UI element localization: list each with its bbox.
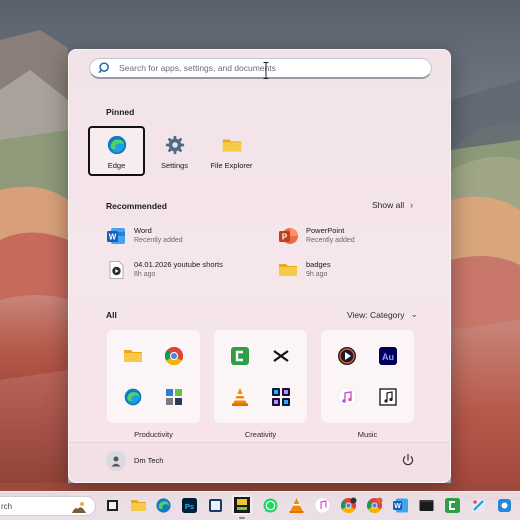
- view-category-dropdown[interactable]: View: Category ⌄: [347, 309, 418, 320]
- all-apps-heading: All: [106, 310, 117, 320]
- chrome-dev-icon[interactable]: [340, 497, 357, 514]
- chrome-icon: [164, 347, 184, 366]
- search-input[interactable]: Search for apps, settings, and documents: [89, 58, 432, 79]
- terminal-icon[interactable]: [418, 497, 435, 514]
- search-placeholder: Search for apps, settings, and documents: [119, 63, 276, 73]
- photoshop-icon[interactable]: Ps: [181, 497, 198, 514]
- pinned-app-label: File Explorer: [210, 161, 253, 170]
- recommended-item-subtitle: Recently added: [306, 237, 355, 244]
- running-indicator: [239, 517, 245, 519]
- app-icon[interactable]: [496, 497, 513, 514]
- edge-icon: [124, 388, 142, 406]
- category-label: Creativity: [244, 430, 277, 439]
- taskbar-search-text: rch: [1, 501, 13, 511]
- music-file-icon: [379, 388, 397, 406]
- camtasia-icon: [231, 347, 249, 365]
- search-icon: [98, 62, 109, 73]
- chevron-down-icon: ⌄: [410, 309, 419, 319]
- category-label: Music: [357, 430, 378, 439]
- svg-text:Au: Au: [382, 352, 394, 362]
- greenshot-app[interactable]: [232, 495, 252, 515]
- audition-icon: Au: [379, 347, 397, 365]
- chrome-icon[interactable]: [366, 497, 383, 514]
- user-icon: [111, 456, 121, 467]
- category-label: Productivity: [134, 430, 173, 439]
- recommended-item-title: Word: [134, 226, 152, 235]
- itunes-icon: [337, 387, 357, 407]
- chevron-right-icon: ›: [410, 200, 414, 210]
- recommended-item-title: badges: [306, 260, 331, 269]
- show-all-label: Show all: [372, 200, 405, 210]
- text-cursor-icon: [263, 62, 269, 79]
- recommended-item-subtitle: Recently added: [134, 237, 183, 244]
- recommended-item-subtitle: 8h ago: [134, 271, 156, 278]
- user-name[interactable]: Dm Tech: [134, 456, 163, 465]
- word-icon: W: [107, 228, 125, 244]
- edge-icon[interactable]: [155, 497, 172, 514]
- taskbar: rch Ps W: [0, 491, 520, 520]
- svg-text:P: P: [282, 233, 288, 242]
- snip-icon[interactable]: [470, 497, 487, 514]
- view-category-label: View: Category: [347, 309, 405, 320]
- category-music[interactable]: Au: [321, 330, 414, 423]
- video-file-icon: [109, 261, 124, 279]
- sticky-app-icon[interactable]: [207, 497, 224, 514]
- word-icon[interactable]: W: [392, 497, 409, 514]
- svg-text:Ps: Ps: [185, 502, 194, 511]
- pinned-app-file-explorer[interactable]: File Explorer: [203, 126, 260, 176]
- svg-text:W: W: [109, 233, 117, 242]
- widgets-fig-icon: [72, 502, 86, 513]
- vlc-icon: [232, 388, 248, 406]
- powerpoint-icon: P: [279, 228, 298, 244]
- adobe-suite-icon: [272, 388, 290, 406]
- vlc-icon[interactable]: [288, 497, 305, 514]
- start-menu: Search for apps, settings, and documents…: [68, 49, 451, 483]
- pinned-app-settings[interactable]: Settings: [146, 126, 203, 176]
- recommended-item-subtitle: 9h ago: [306, 271, 328, 278]
- whatsapp-icon[interactable]: [262, 497, 279, 514]
- recommended-item-badges[interactable]: badges 9h ago: [278, 260, 331, 280]
- recommended-heading: Recommended: [106, 201, 167, 211]
- taskbar-search-box[interactable]: rch: [0, 496, 96, 516]
- category-productivity[interactable]: [107, 330, 200, 423]
- power-icon[interactable]: [400, 452, 416, 468]
- file-explorer-icon[interactable]: [130, 497, 147, 514]
- camtasia-icon[interactable]: [444, 497, 461, 514]
- pinned-app-label: Edge: [107, 161, 126, 170]
- folder-icon: [124, 350, 142, 362]
- start-menu-footer: Dm Tech: [69, 442, 450, 482]
- recommended-item-powerpoint[interactable]: P PowerPoint Recently added: [278, 226, 355, 246]
- category-creativity[interactable]: [214, 330, 307, 423]
- recommended-item-video-file[interactable]: 04.01.2026 youtube shorts 8h ago: [106, 260, 223, 280]
- control-panel-icon: [166, 389, 182, 405]
- task-view-icon[interactable]: [104, 497, 121, 514]
- folder-icon: [222, 139, 241, 152]
- user-avatar[interactable]: [106, 451, 126, 471]
- capcut-icon: [273, 350, 289, 362]
- pinned-app-label: Settings: [160, 161, 189, 170]
- pinned-heading: Pinned: [106, 107, 135, 117]
- svg-text:W: W: [394, 503, 401, 510]
- edge-icon: [107, 135, 126, 155]
- recommended-item-word[interactable]: W Word Recently added: [106, 226, 183, 246]
- itunes-icon[interactable]: [314, 497, 331, 514]
- recommended-item-title: PowerPoint: [306, 226, 345, 235]
- folder-icon: [279, 264, 297, 276]
- recommended-item-title: 04.01.2026 youtube shorts: [134, 260, 223, 269]
- pinned-app-edge[interactable]: Edge: [88, 126, 145, 176]
- media-player-icon: [338, 347, 356, 365]
- greenshot-icon: [234, 497, 250, 513]
- gear-icon: [165, 135, 184, 155]
- show-all-button[interactable]: Show all ›: [372, 200, 413, 210]
